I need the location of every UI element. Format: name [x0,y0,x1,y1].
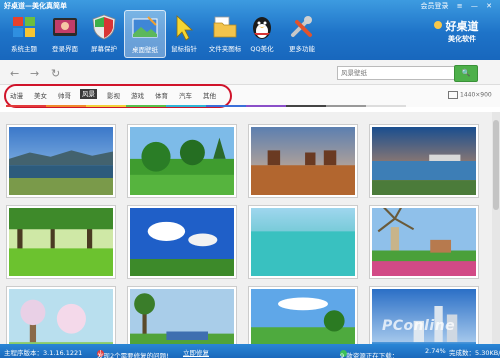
tools-icon [288,13,316,41]
warning-text: 发现2个需要修复的问题! [97,352,169,360]
gallery-scrollbar[interactable] [492,112,500,344]
tool-wallpaper[interactable]: 桌面壁纸 [124,10,166,58]
tool-label: 登录界面 [52,45,78,53]
resolution-label: 1440×900 [460,91,492,99]
top-toolbar: 好桌道—美化真简单 会员登录 ≡ — ✕ 系统主题 登录界面 屏幕保护 桌面壁纸… [0,0,500,60]
color-swatch[interactable] [366,105,406,107]
wallpaper-image [9,127,113,195]
window-controls: 会员登录 ≡ — ✕ [415,1,492,11]
tool-folder-icon[interactable]: 文件夹图标 [205,10,245,56]
scrollbar-thumb[interactable] [493,120,499,210]
minimize-icon[interactable]: — [471,2,478,10]
version-label: 主程序版本：3.1.16.1221 [4,349,83,357]
search-icon: 🔍 [461,69,471,77]
category-film[interactable]: 影视 [107,90,120,100]
brand-logo: 好桌道 美化软件 [432,18,492,52]
color-filter-strip [6,105,406,107]
wallpaper-image [251,289,355,344]
category-handsome[interactable]: 帅哥 [58,90,71,100]
cursor-icon [170,13,198,41]
tool-label: 屏幕保护 [91,45,117,53]
wallpaper-thumb[interactable] [6,124,116,198]
wallpaper-image [251,127,355,195]
color-swatch[interactable] [206,105,246,107]
category-scenery[interactable]: 风景 [80,89,97,99]
menu-icon[interactable]: ≡ [457,2,463,10]
wallpaper-image [130,127,234,195]
category-anime[interactable]: 动漫 [10,90,23,100]
wallpaper-thumb[interactable] [6,205,116,279]
wallpaper-image [251,208,355,276]
download-progress: 2.74% [425,347,446,355]
category-sports[interactable]: 体育 [155,90,168,100]
windows-flag-icon [10,13,38,41]
color-swatch[interactable] [6,105,46,107]
tool-cursor[interactable]: 鼠标指针 [164,10,204,56]
brand-tagline: 美化软件 [448,35,476,43]
wallpaper-thumb[interactable] [369,286,479,344]
wallpaper-image [372,127,476,195]
shield-icon [90,13,118,41]
folder-icon [211,13,239,41]
download-text: 9 款资源正在下载： [340,352,399,360]
tool-label: 文件夹图标 [208,45,242,53]
tool-label: 系统主题 [11,45,37,53]
tool-label: 桌面壁纸 [132,46,158,54]
wallpaper-thumb[interactable] [127,205,237,279]
tool-qq-beautify[interactable]: QQ美化 [242,10,282,56]
forward-button[interactable]: → [30,67,39,80]
back-button[interactable]: ← [10,67,19,80]
wallpaper-image [130,208,234,276]
watermark-logo: PConline [382,318,456,334]
login-screen-icon [51,13,79,41]
color-swatch[interactable] [286,105,326,107]
tool-more[interactable]: 更多功能 [282,10,322,56]
resolution-selector[interactable]: 1440×900 [448,91,492,99]
color-swatch[interactable] [126,105,166,107]
wallpaper-image [372,289,476,344]
wallpaper-gallery [0,112,492,344]
wallpaper-thumb[interactable] [127,124,237,198]
wallpaper-thumb[interactable] [369,124,479,198]
wallpaper-thumb[interactable] [248,205,358,279]
tool-system-theme[interactable]: 系统主题 [4,10,44,56]
color-swatch[interactable] [326,105,366,107]
tool-label: QQ美化 [250,45,274,53]
color-swatch[interactable] [46,105,86,107]
color-swatch[interactable] [246,105,286,107]
wallpaper-image [130,289,234,344]
wallpaper-icon [131,14,159,42]
brand-dot-icon [434,21,442,29]
search-button[interactable]: 🔍 [454,65,478,82]
wallpaper-thumb[interactable] [127,286,237,344]
color-swatch[interactable] [86,105,126,107]
refresh-button[interactable]: ↻ [51,67,60,80]
status-bar: 主程序版本：3.1.16.1221 ! 发现2个需要修复的问题! 立即修复 9 款… [0,344,500,360]
tool-label: 更多功能 [289,45,315,53]
wallpaper-thumb[interactable] [6,286,116,344]
qq-penguin-icon [248,13,276,41]
search-input[interactable] [337,66,457,80]
category-cars[interactable]: 汽车 [179,90,192,100]
color-swatch[interactable] [166,105,206,107]
wallpaper-thumb[interactable] [369,203,479,279]
tool-label: 鼠标指针 [171,45,197,53]
category-other[interactable]: 其他 [203,90,216,100]
member-login-link[interactable]: 会员登录 [421,2,449,10]
category-beauty[interactable]: 美女 [34,90,47,100]
wallpaper-image [9,289,113,344]
tool-screensaver[interactable]: 屏幕保护 [84,10,124,56]
fix-now-link[interactable]: 立即修复 [183,347,209,357]
wallpaper-image [9,208,113,276]
wallpaper-thumb[interactable] [248,286,358,344]
monitor-icon [448,91,458,99]
wallpaper-image [372,203,476,276]
close-icon[interactable]: ✕ [486,2,492,10]
category-games[interactable]: 游戏 [131,90,144,100]
wallpaper-thumb[interactable] [248,124,358,198]
download-speed: 完成数：5.30KB/s [449,349,500,357]
tool-login-screen[interactable]: 登录界面 [45,10,85,56]
